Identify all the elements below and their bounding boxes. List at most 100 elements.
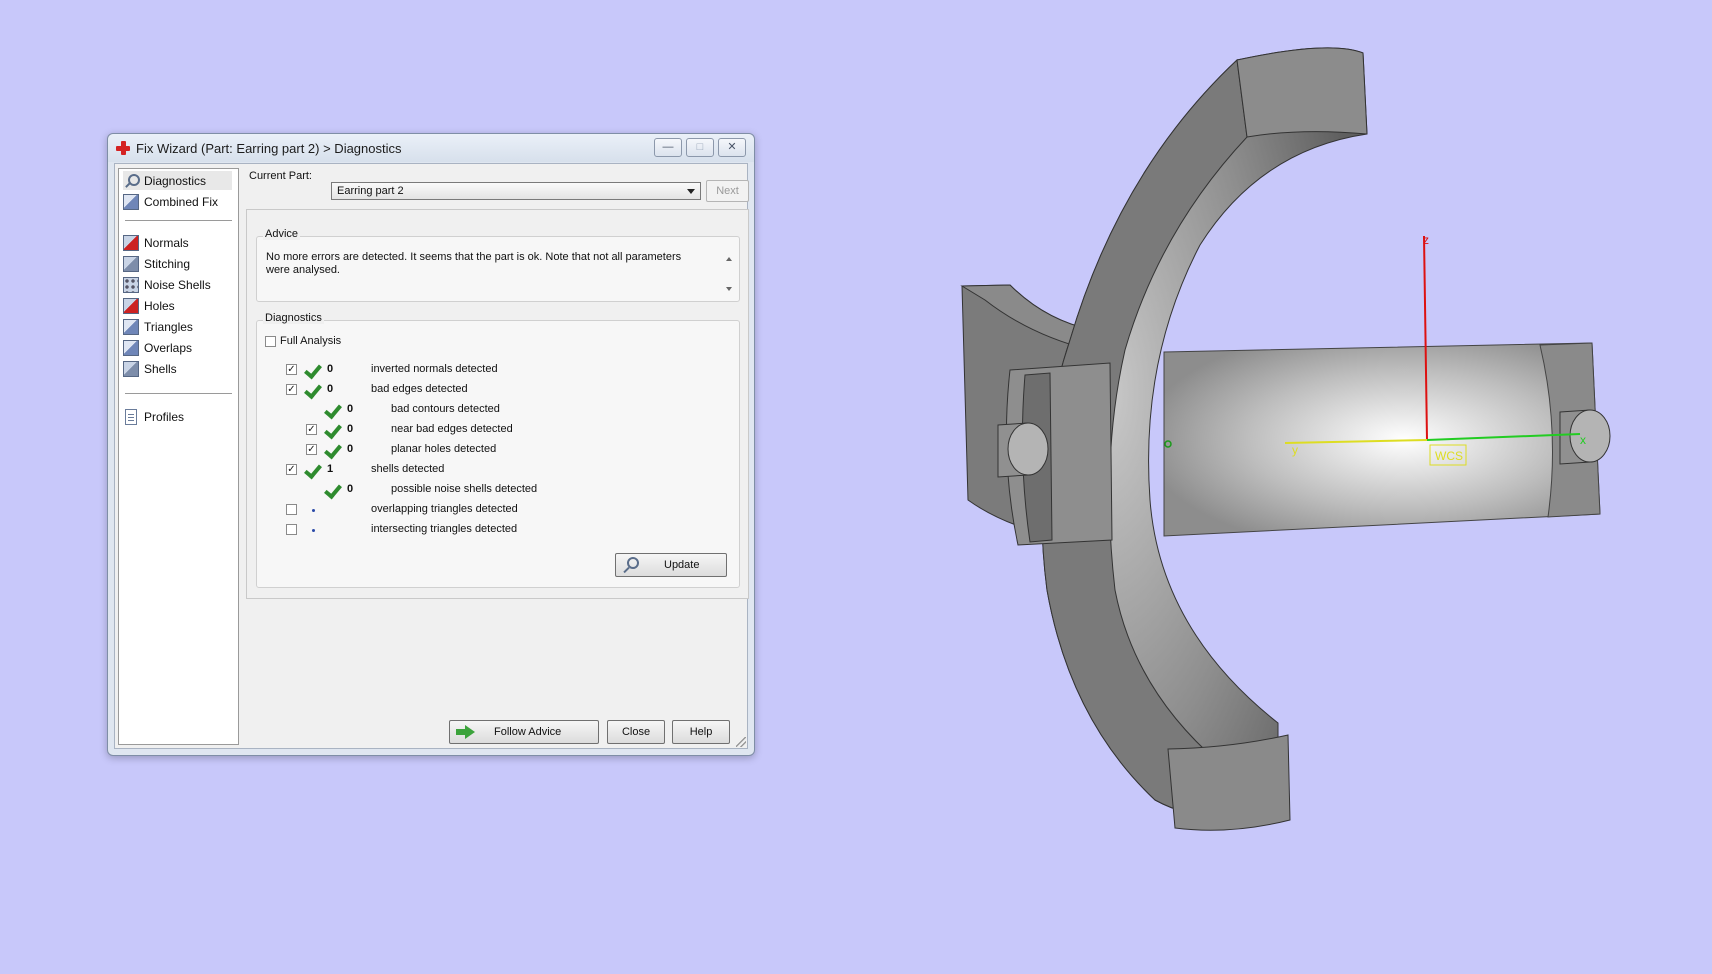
y-axis-label: y bbox=[1292, 443, 1298, 457]
cube-icon bbox=[123, 234, 139, 251]
row-count: 1 bbox=[327, 463, 334, 475]
check-mark-icon bbox=[323, 402, 341, 418]
diagnostics-title: Diagnostics bbox=[263, 312, 324, 324]
advice-group: No more errors are detected. It seems th… bbox=[256, 236, 740, 302]
cube-icon bbox=[123, 318, 139, 335]
nav-item-noise-shells[interactable]: Noise Shells bbox=[123, 275, 232, 294]
resize-grip[interactable] bbox=[736, 737, 746, 747]
cube-icon bbox=[123, 193, 139, 210]
row-label: overlapping triangles detected bbox=[371, 503, 518, 515]
row-checkbox[interactable] bbox=[286, 504, 297, 515]
row-label: inverted normals detected bbox=[371, 363, 498, 375]
nav-item-diagnostics[interactable]: Diagnostics bbox=[123, 171, 232, 190]
nav-item-label: Noise Shells bbox=[144, 277, 211, 292]
magnifier-icon bbox=[622, 557, 639, 573]
nav-item-shells[interactable]: Shells bbox=[123, 359, 232, 378]
row-label: intersecting triangles detected bbox=[371, 523, 518, 535]
nav-item-label: Shells bbox=[144, 361, 177, 376]
current-part-label: Current Part: bbox=[249, 170, 312, 182]
check-mark-icon bbox=[303, 382, 321, 398]
row-count: 0 bbox=[347, 483, 354, 495]
row-checkbox[interactable]: ✓ bbox=[286, 364, 297, 375]
cube-icon bbox=[123, 276, 139, 293]
row-label: bad contours detected bbox=[391, 403, 500, 415]
close-window-button[interactable]: ✕ bbox=[718, 138, 746, 157]
row-checkbox[interactable]: ✓ bbox=[306, 424, 317, 435]
row-checkbox[interactable] bbox=[286, 524, 297, 535]
advice-scrollbar[interactable] bbox=[722, 251, 736, 299]
row-count: 0 bbox=[327, 363, 334, 375]
update-label: Update bbox=[664, 559, 700, 571]
help-button[interactable]: Help bbox=[672, 720, 730, 744]
row-checkbox[interactable]: ✓ bbox=[286, 384, 297, 395]
diagnostics-group: Full Analysis ✓ 0 inverted normals detec… bbox=[256, 320, 740, 588]
cube-icon bbox=[123, 339, 139, 356]
cube-icon bbox=[123, 297, 139, 314]
row-count: 0 bbox=[347, 423, 354, 435]
cube-icon bbox=[123, 255, 139, 272]
nav-item-stitching[interactable]: Stitching bbox=[123, 254, 232, 273]
check-mark-icon bbox=[323, 442, 341, 458]
x-axis-label: x bbox=[1580, 433, 1586, 447]
nav-divider bbox=[125, 393, 232, 394]
row-checkbox[interactable]: ✓ bbox=[306, 444, 317, 455]
row-label: bad edges detected bbox=[371, 383, 468, 395]
update-button[interactable]: Update bbox=[615, 553, 727, 577]
pending-dot-icon bbox=[312, 529, 315, 532]
nav-item-overlaps[interactable]: Overlaps bbox=[123, 338, 232, 357]
scroll-up-icon bbox=[726, 257, 732, 261]
nav-item-label: Diagnostics bbox=[144, 173, 207, 188]
wizard-nav: Diagnostics Combined Fix Normals Stitchi… bbox=[118, 168, 239, 745]
check-mark-icon bbox=[303, 362, 321, 378]
row-label: possible noise shells detected bbox=[391, 483, 538, 495]
model-left-peg bbox=[997, 422, 1049, 478]
model-shaft bbox=[1005, 342, 1601, 546]
full-analysis-checkbox[interactable] bbox=[265, 336, 276, 347]
diagnostics-panel: No more errors are detected. It seems th… bbox=[246, 209, 749, 599]
pending-dot-icon bbox=[312, 509, 315, 512]
nav-item-label: Normals bbox=[144, 235, 189, 250]
full-analysis-label: Full Analysis bbox=[280, 335, 342, 347]
row-label: planar holes detected bbox=[391, 443, 497, 455]
magnifier-icon bbox=[123, 173, 140, 189]
nav-item-combined-fix[interactable]: Combined Fix bbox=[123, 192, 232, 211]
red-cross-icon bbox=[116, 141, 130, 155]
dialog-client-area: Diagnostics Combined Fix Normals Stitchi… bbox=[114, 163, 749, 749]
window-titlebar[interactable]: Fix Wizard (Part: Earring part 2) > Diag… bbox=[108, 134, 754, 162]
row-checkbox[interactable]: ✓ bbox=[286, 464, 297, 475]
close-button[interactable]: Close bbox=[607, 720, 665, 744]
document-icon bbox=[125, 408, 137, 425]
current-part-dropdown[interactable]: Earring part 2 bbox=[331, 182, 701, 200]
row-count: 0 bbox=[347, 403, 354, 415]
row-count: 0 bbox=[347, 443, 354, 455]
nav-item-label: Overlaps bbox=[144, 340, 193, 355]
minimize-button[interactable]: — bbox=[654, 138, 682, 157]
3d-viewport[interactable]: z y x WCS bbox=[900, 30, 1660, 870]
wcs-origin-label: WCS bbox=[1435, 449, 1463, 463]
follow-advice-button[interactable]: Follow Advice bbox=[449, 720, 599, 744]
scroll-down-icon bbox=[726, 287, 732, 291]
green-arrow-icon bbox=[456, 725, 476, 739]
fix-wizard-window: Fix Wizard (Part: Earring part 2) > Diag… bbox=[107, 133, 755, 756]
chevron-down-icon bbox=[687, 189, 695, 194]
follow-advice-label: Follow Advice bbox=[494, 726, 562, 738]
nav-item-label: Triangles bbox=[144, 319, 193, 334]
row-label: shells detected bbox=[371, 463, 445, 475]
nav-item-holes[interactable]: Holes bbox=[123, 296, 232, 315]
next-button[interactable]: Next bbox=[706, 180, 749, 202]
advice-text: No more errors are detected. It seems th… bbox=[266, 251, 682, 276]
nav-item-triangles[interactable]: Triangles bbox=[123, 317, 232, 336]
check-mark-icon bbox=[303, 462, 321, 478]
check-mark-icon bbox=[323, 422, 341, 438]
maximize-button[interactable]: □ bbox=[686, 138, 714, 157]
nav-item-label: Combined Fix bbox=[144, 194, 219, 209]
advice-title: Advice bbox=[263, 228, 301, 240]
row-label: near bad edges detected bbox=[391, 423, 513, 435]
check-mark-icon bbox=[323, 482, 341, 498]
z-axis-label: z bbox=[1423, 233, 1429, 247]
nav-item-label: Holes bbox=[144, 298, 175, 313]
nav-item-normals[interactable]: Normals bbox=[123, 233, 232, 252]
cube-icon bbox=[123, 360, 139, 377]
nav-item-profiles[interactable]: Profiles bbox=[123, 407, 232, 426]
nav-item-label: Stitching bbox=[144, 256, 191, 271]
